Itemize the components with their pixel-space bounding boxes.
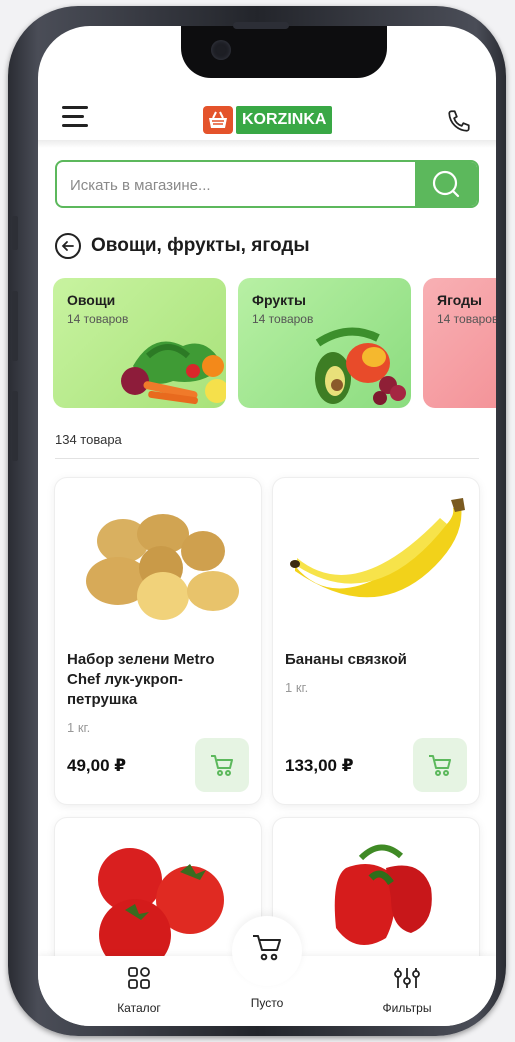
tab-cart-label: Пусто [250, 996, 284, 1010]
product-card[interactable]: Бананы связкой 1 кг. 133,00 ₽ [273, 478, 479, 804]
product-card[interactable]: Набор зелени Metro Chef лук-укроп-петруш… [55, 478, 261, 804]
main-content: Овощи, фрукты, ягоды Овощи 14 товаров [38, 140, 496, 978]
tab-filters-label: Фильтры [382, 1001, 432, 1015]
product-unit: 1 кг. [67, 720, 91, 735]
cart-icon [211, 755, 233, 776]
volume-up-button [12, 291, 18, 361]
add-to-cart-button[interactable] [413, 738, 467, 792]
product-price: 49,00 ₽ [67, 756, 127, 775]
fruits-image [315, 327, 406, 405]
vegetables-image [121, 341, 226, 405]
mute-switch [12, 216, 18, 250]
product-unit: 1 кг. [285, 680, 309, 695]
category-carousel: Овощи 14 товаров Фрукты 14 товаров Ягоды… [53, 278, 496, 408]
speaker [233, 22, 289, 29]
filters-icon [394, 968, 420, 988]
tomato-image [98, 848, 224, 960]
cart-fab[interactable] [232, 916, 302, 986]
phone-call-icon[interactable] [446, 108, 472, 134]
search-icon [432, 170, 460, 198]
logo-text: KORZINKA [236, 106, 333, 134]
category-card-fruits[interactable]: Фрукты 14 товаров [238, 278, 411, 408]
category-name: Овощи [67, 292, 116, 308]
logo[interactable]: KORZINKA [203, 106, 333, 134]
screen: KORZINKA Овощи, фрукты, ягоды [38, 26, 496, 1026]
add-to-cart-button[interactable] [195, 738, 249, 792]
potato-image [86, 514, 239, 620]
app-header: KORZINKA [38, 84, 496, 140]
category-name: Фрукты [252, 292, 306, 308]
tab-filters[interactable]: Фильтры [352, 966, 462, 1015]
breadcrumb: Овощи, фрукты, ягоды [55, 232, 310, 260]
basket-logo-icon [203, 106, 233, 134]
product-card[interactable] [55, 818, 261, 978]
menu-button[interactable] [62, 106, 88, 128]
product-name: Набор зелени Metro Chef лук-укроп-петруш… [67, 651, 215, 708]
catalog-icon [128, 967, 150, 989]
notch [181, 26, 387, 78]
search-input[interactable] [57, 162, 432, 206]
product-price: 133,00 ₽ [285, 756, 354, 775]
cart-icon [253, 935, 281, 961]
tab-catalog[interactable]: Каталог [84, 966, 194, 1015]
divider [55, 458, 479, 459]
volume-down-button [12, 391, 18, 461]
product-card[interactable] [273, 818, 479, 978]
page-title: Овощи, фрукты, ягоды [91, 235, 310, 256]
back-arrow-icon[interactable] [55, 233, 81, 259]
category-card-vegetables[interactable]: Овощи 14 товаров [53, 278, 226, 408]
search-button[interactable] [415, 162, 477, 206]
cart-icon [429, 755, 451, 776]
category-card-berries[interactable]: Ягоды 14 товаров [423, 278, 496, 408]
header-shadow [38, 140, 496, 148]
pepper-image [334, 844, 432, 946]
search-bar [55, 160, 479, 208]
banana-image [290, 498, 465, 598]
category-count: 14 товаров [67, 312, 129, 326]
products-count: 134 товара [55, 432, 122, 447]
category-name: Ягоды [437, 292, 482, 308]
tab-catalog-label: Каталог [117, 1001, 161, 1015]
phone-frame: KORZINKA Овощи, фрукты, ягоды [8, 6, 506, 1036]
camera [211, 40, 231, 60]
product-name: Бананы связкой [285, 651, 407, 668]
category-count: 14 товаров [437, 312, 496, 326]
